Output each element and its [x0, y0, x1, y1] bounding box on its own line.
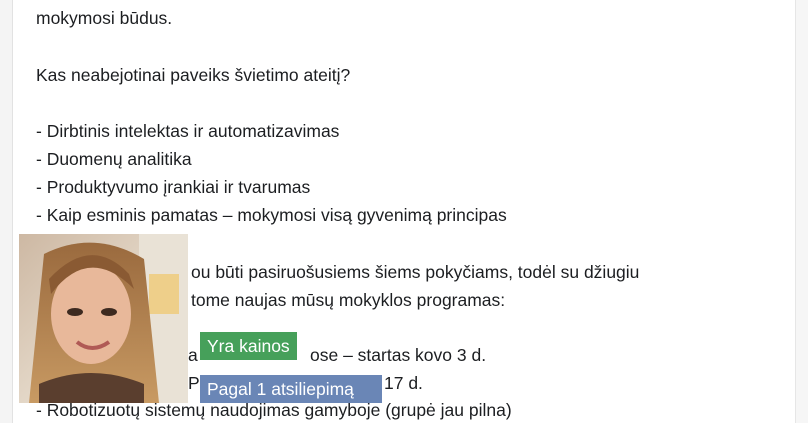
list-item: - Duomenų analitika: [36, 149, 192, 169]
scrollbar[interactable]: [795, 0, 808, 423]
post-paragraph-line: ou būti pasiruošusiems šiems pokyčiams, …: [191, 262, 640, 282]
price-badge[interactable]: Yra kainos: [200, 332, 297, 360]
author-photo[interactable]: [19, 234, 188, 403]
program-line: 17 d.: [384, 373, 423, 393]
program-line-head: P: [188, 373, 200, 393]
left-border: [0, 0, 13, 423]
program-line-head: a: [188, 345, 198, 365]
list-item: - Dirbtinis intelektas ir automatizavima…: [36, 121, 340, 141]
rating-badge[interactable]: Pagal 1 atsiliepimą: [200, 375, 382, 403]
post-paragraph-line: tome naujas mūsų mokyklos programas:: [191, 290, 506, 310]
list-item: - Produktyvumo įrankiai ir tvarumas: [36, 177, 311, 197]
avatar-image: [19, 234, 188, 403]
list-item: - Kaip esminis pamatas – mokymosi visą g…: [36, 205, 507, 225]
program-line: ose – startas kovo 3 d.: [310, 345, 487, 365]
post-question: Kas neabejotinai paveiks švietimo ateitį…: [36, 65, 351, 85]
post-line: mokymosi būdus.: [36, 8, 173, 28]
